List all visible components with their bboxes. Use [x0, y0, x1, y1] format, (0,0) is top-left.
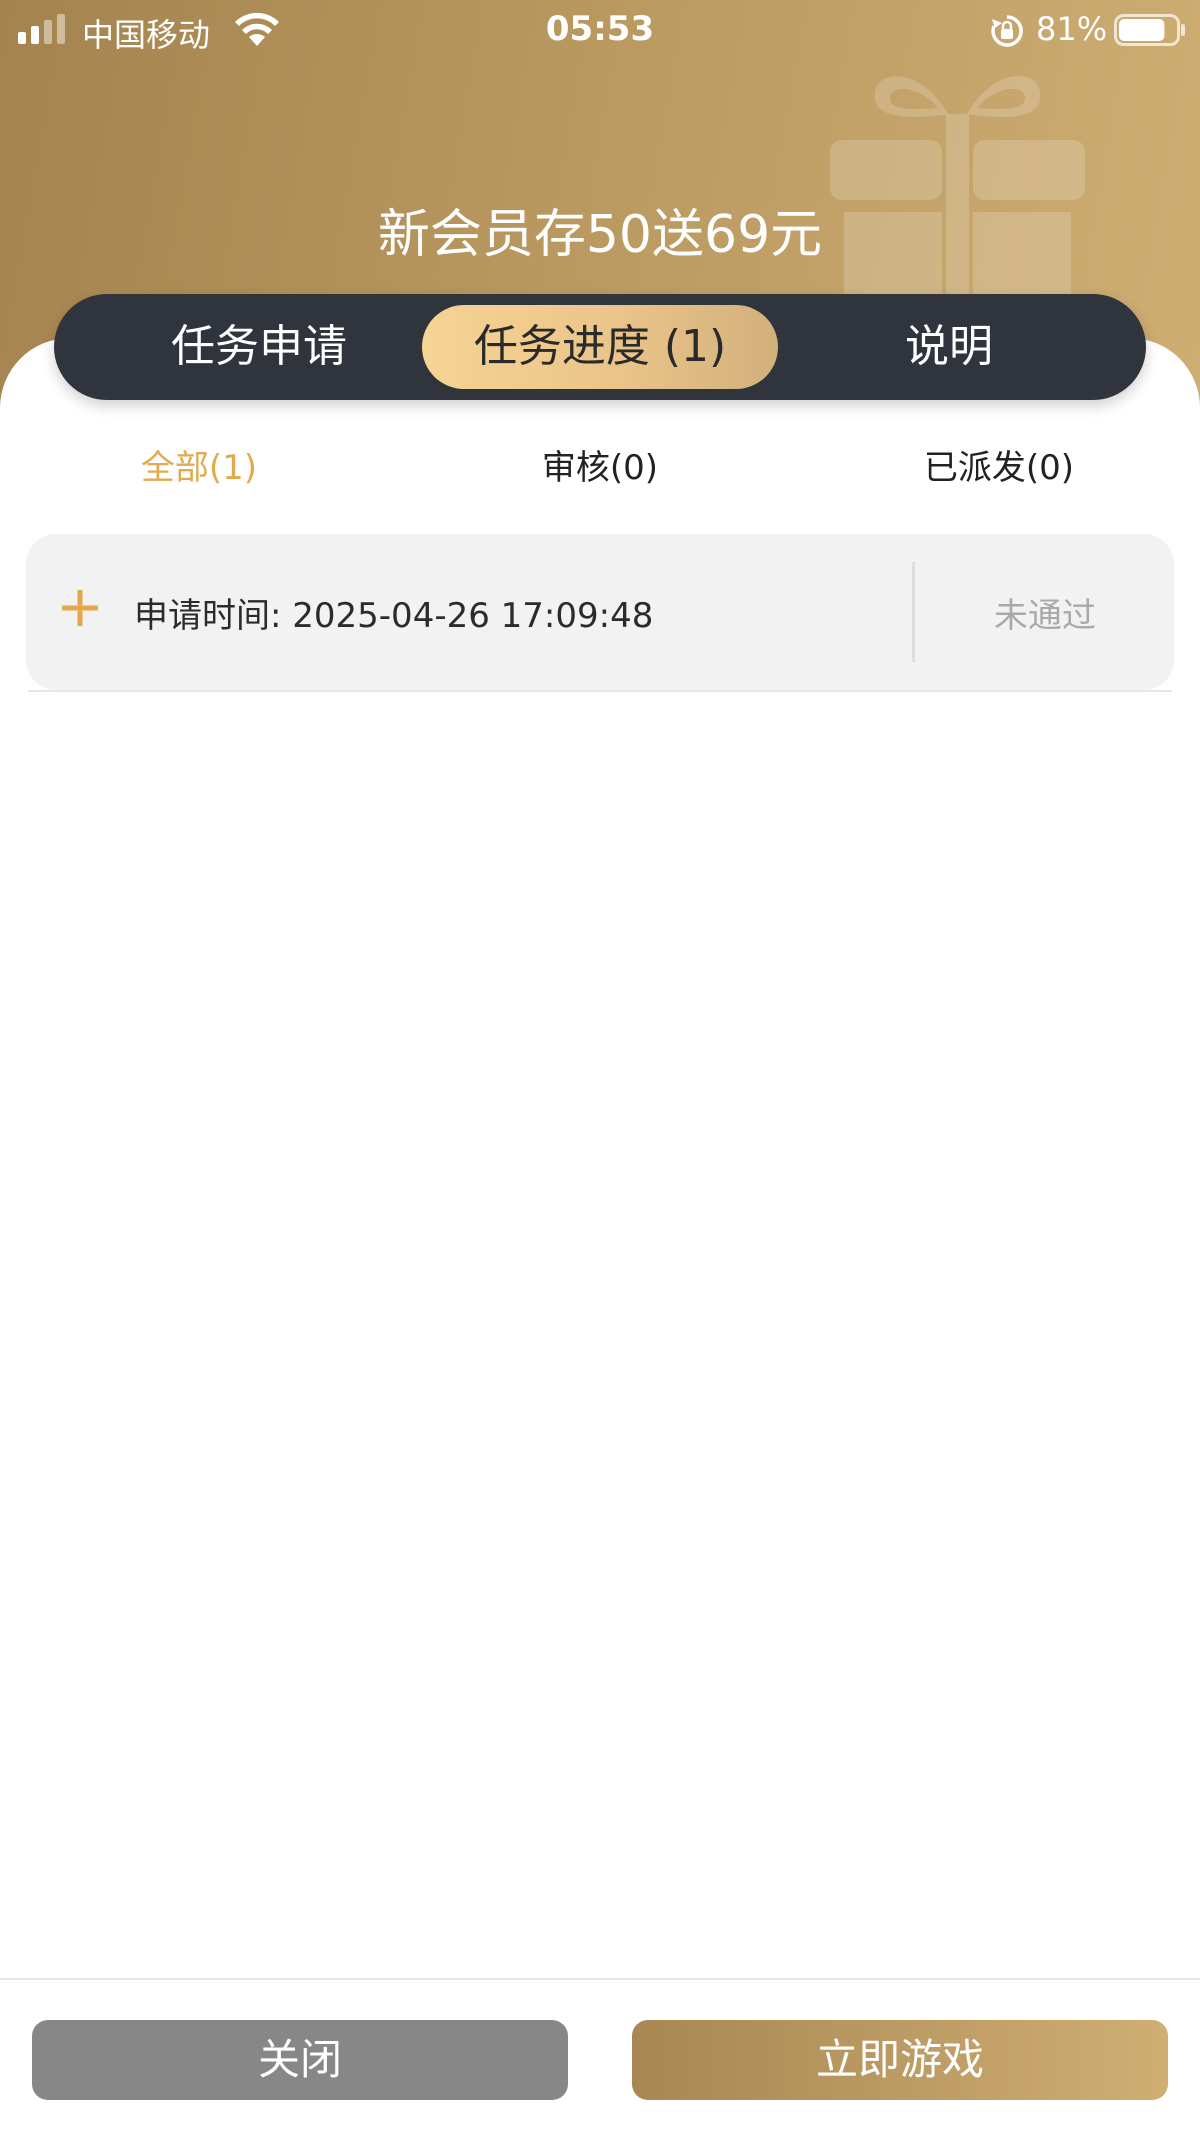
status-badge: 未通过 — [994, 596, 1096, 636]
expand-plus-icon[interactable] — [62, 590, 98, 626]
tab-task-apply[interactable]: 任务申请 — [94, 305, 424, 389]
main-tab-bar: 任务申请 任务进度 (1) 说明 — [54, 294, 1146, 400]
filter-tab-all[interactable]: 全部(1) — [49, 440, 349, 489]
apply-time-text: 申请时间: 2025-04-26 17:09:48 — [134, 596, 654, 636]
close-button[interactable]: 关闭 — [32, 2020, 568, 2100]
filter-tab-dispatched[interactable]: 已派发(0) — [849, 440, 1149, 489]
divider — [912, 562, 915, 662]
battery-icon — [1114, 14, 1185, 46]
play-now-button[interactable]: 立即游戏 — [632, 2020, 1168, 2100]
filter-tab-reviewing[interactable]: 审核(0) — [450, 440, 750, 489]
tab-task-progress[interactable]: 任务进度 (1) — [422, 305, 778, 389]
battery-percentage: 81% — [1036, 10, 1108, 48]
tab-description[interactable]: 说明 — [784, 305, 1114, 389]
status-bar: 中国移动 05:53 81% — [0, 0, 1200, 60]
filter-tab-bar: 全部(1) 审核(0) 已派发(0) — [0, 440, 1200, 500]
list-item[interactable]: 申请时间: 2025-04-26 17:09:48 未通过 — [26, 534, 1174, 690]
divider — [28, 690, 1172, 692]
footer-bar: 关闭 立即游戏 — [0, 1978, 1200, 2134]
page-title: 新会员存50送69元 — [377, 205, 823, 265]
rotation-lock-icon — [991, 15, 1023, 47]
